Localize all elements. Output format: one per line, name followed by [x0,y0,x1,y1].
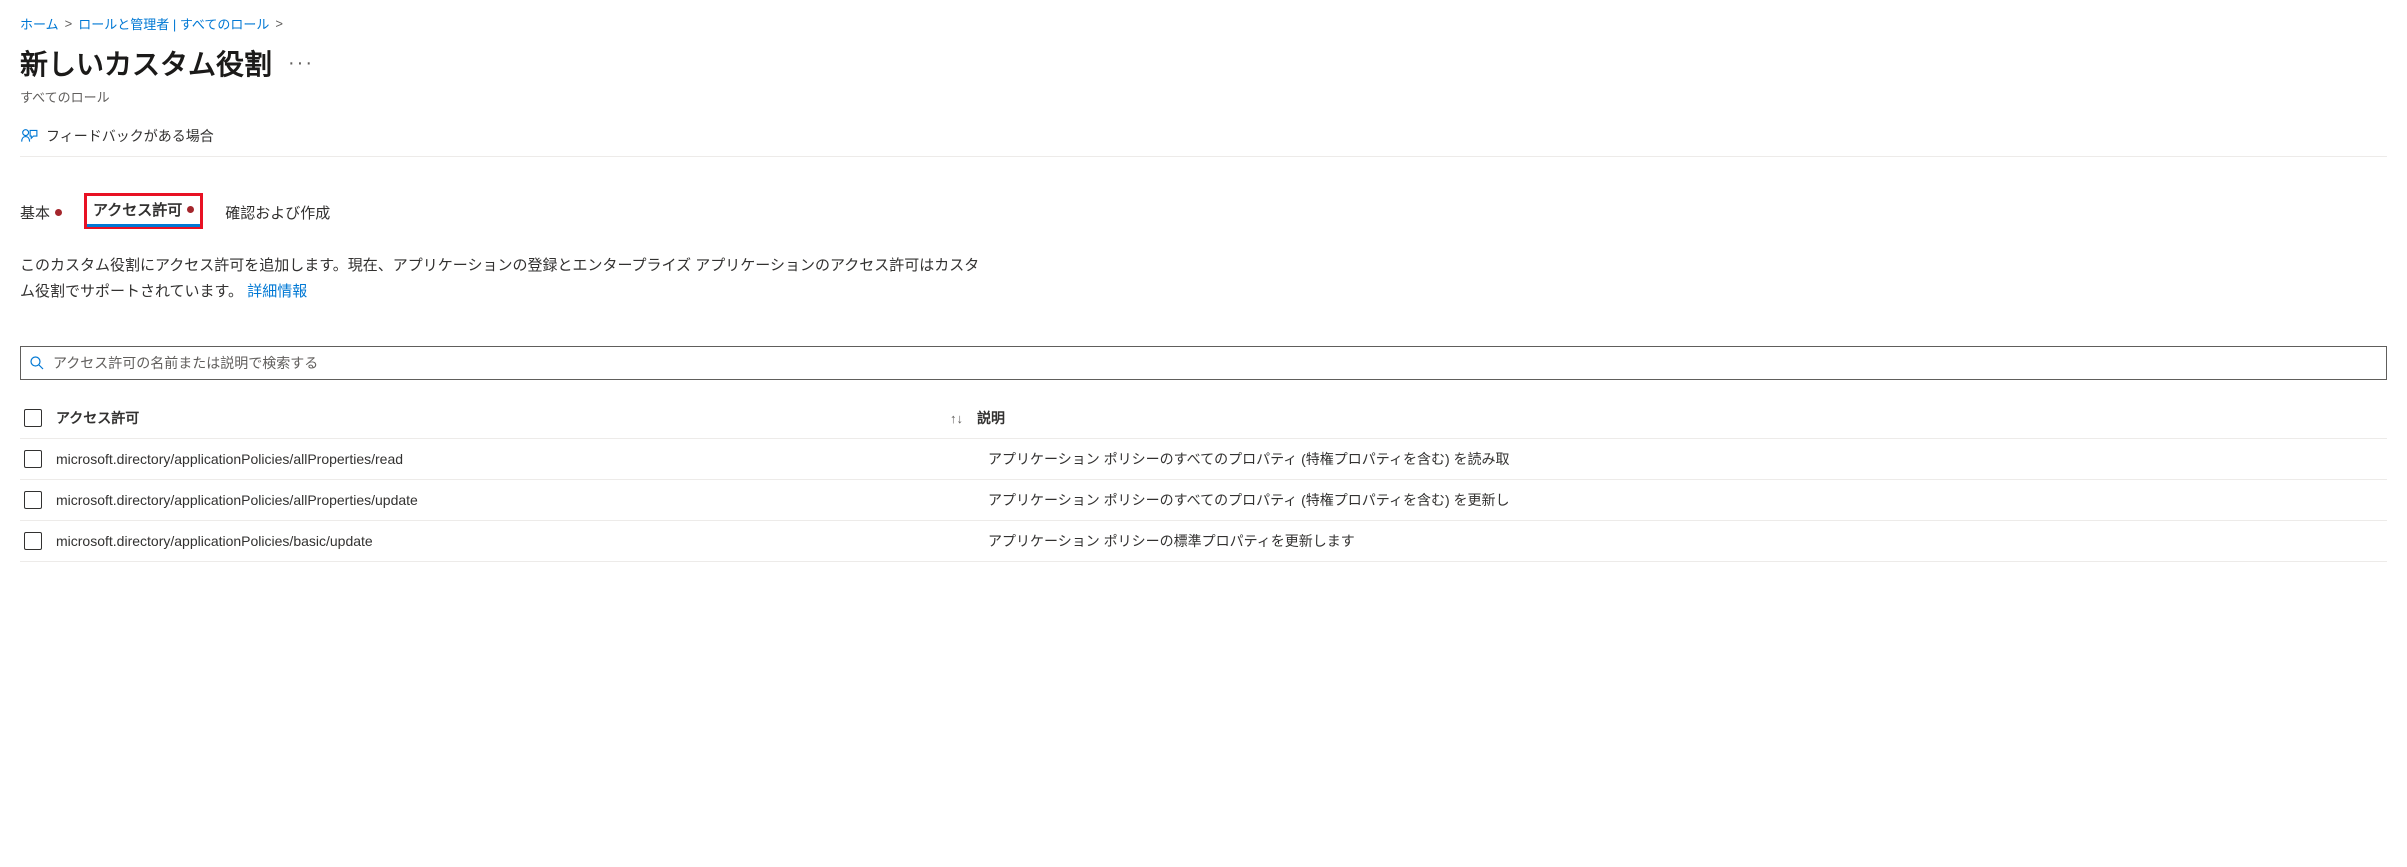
permission-name: microsoft.directory/applicationPolicies/… [56,492,936,508]
permission-description: アプリケーション ポリシーのすべてのプロパティ (特権プロパティを含む) を読み… [988,449,2383,469]
feedback-button[interactable]: フィードバックがある場合 [20,126,214,146]
desc-text-2: ム役割でサポートされています。 [20,283,243,300]
error-dot-icon [187,206,194,213]
more-menu-button[interactable]: ··· [288,52,314,75]
tab-list: 基本 アクセス許可 確認および作成 [20,193,2387,229]
permissions-table: アクセス許可 ↑↓ 説明 microsoft.directory/applica… [20,398,2387,562]
col-header-permission[interactable]: アクセス許可 [56,408,936,428]
tab-review[interactable]: 確認および作成 [225,202,330,229]
error-dot-icon [55,209,62,216]
table-header-row: アクセス許可 ↑↓ 説明 [20,398,2387,439]
select-all-checkbox[interactable] [24,409,42,427]
table-row: microsoft.directory/applicationPolicies/… [20,480,2387,521]
learn-more-link[interactable]: 詳細情報 [247,283,307,300]
tab-review-label: 確認および作成 [225,202,330,223]
feedback-icon [20,127,38,145]
table-row: microsoft.directory/applicationPolicies/… [20,439,2387,480]
breadcrumb-roles[interactable]: ロールと管理者 | すべてのロール [78,14,269,33]
page-subtitle: すべてのロール [20,87,2387,106]
breadcrumb: ホーム > ロールと管理者 | すべてのロール > [20,10,2387,43]
page-title: 新しいカスタム役割 [20,43,272,83]
chevron-right-icon: > [65,16,73,31]
tab-basic[interactable]: 基本 [20,202,62,229]
feedback-label: フィードバックがある場合 [46,126,214,146]
search-box[interactable] [20,346,2387,380]
chevron-right-icon: > [275,16,283,31]
col-header-description[interactable]: 説明 [977,408,1005,428]
search-icon [29,355,45,371]
permission-name: microsoft.directory/applicationPolicies/… [56,533,936,549]
command-bar: フィードバックがある場合 [20,126,2387,157]
tab-permissions[interactable]: アクセス許可 [84,193,203,229]
desc-text-1: このカスタム役割にアクセス許可を追加します。現在、アプリケーションの登録とエンタ… [20,257,979,274]
permission-description: アプリケーション ポリシーの標準プロパティを更新します [988,531,2383,551]
tab-description: このカスタム役割にアクセス許可を追加します。現在、アプリケーションの登録とエンタ… [20,253,1020,304]
search-input[interactable] [53,355,2378,371]
tab-basic-label: 基本 [20,202,50,223]
permission-name: microsoft.directory/applicationPolicies/… [56,451,936,467]
row-checkbox[interactable] [24,491,42,509]
permission-description: アプリケーション ポリシーのすべてのプロパティ (特権プロパティを含む) を更新… [988,490,2383,510]
row-checkbox[interactable] [24,532,42,550]
sort-button[interactable]: ↑↓ [950,411,963,426]
breadcrumb-home[interactable]: ホーム [20,14,59,33]
table-row: microsoft.directory/applicationPolicies/… [20,521,2387,562]
row-checkbox[interactable] [24,450,42,468]
tab-permissions-label: アクセス許可 [93,199,182,220]
